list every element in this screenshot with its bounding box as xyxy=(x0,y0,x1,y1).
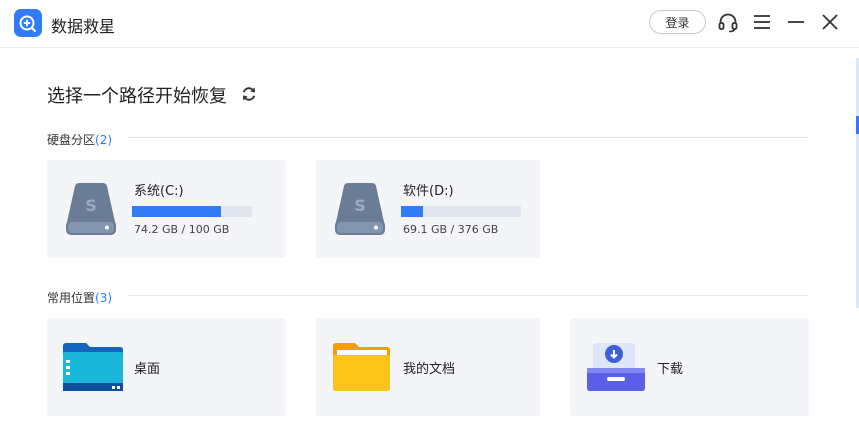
partitions-section-label: 硬盘分区(2) xyxy=(47,131,112,148)
locations-count: (3) xyxy=(95,291,113,305)
location-name: 我的文档 xyxy=(403,362,456,377)
location-name: 下载 xyxy=(657,362,684,377)
locations-section-label: 常用位置(3) xyxy=(47,289,112,306)
partitions-count: (2) xyxy=(95,133,113,147)
drive-card-d[interactable]: S 软件(D:) 69.1 GB / 376 GB xyxy=(316,160,540,258)
drive-usage-fill xyxy=(401,206,424,217)
location-name: 桌面 xyxy=(134,362,161,377)
drive-name: 系统(C:) xyxy=(134,184,184,199)
desktop-folder-icon xyxy=(63,343,123,391)
close-icon[interactable] xyxy=(818,10,842,34)
page-title: 选择一个路径开始恢复 xyxy=(47,86,227,107)
location-card-desktop[interactable]: 桌面 xyxy=(47,318,286,416)
refresh-icon[interactable] xyxy=(240,85,258,103)
drive-card-c[interactable]: S 系统(C:) 74.2 GB / 100 GB xyxy=(47,160,286,258)
svg-text:S: S xyxy=(354,196,366,215)
section-divider xyxy=(127,137,809,138)
hard-drive-icon: S xyxy=(66,183,116,235)
minimize-icon[interactable] xyxy=(784,10,808,34)
partitions-label-text: 硬盘分区 xyxy=(47,133,96,147)
login-button[interactable]: 登录 xyxy=(649,10,706,34)
app-logo-icon xyxy=(14,9,42,37)
hard-drive-icon: S xyxy=(335,183,385,235)
location-card-downloads[interactable]: 下载 xyxy=(570,318,809,416)
drive-usage-fill xyxy=(132,206,222,217)
title-bar: 数据救星 登录 xyxy=(0,0,859,48)
drive-size: 69.1 GB / 376 GB xyxy=(403,223,499,236)
menu-icon[interactable] xyxy=(750,10,774,34)
drive-usage-bar xyxy=(132,206,252,217)
locations-label-text: 常用位置 xyxy=(47,291,96,305)
location-card-documents[interactable]: 我的文档 xyxy=(316,318,540,416)
drive-size: 74.2 GB / 100 GB xyxy=(134,223,230,236)
download-tray-icon xyxy=(587,343,645,391)
section-divider xyxy=(127,295,809,296)
drive-usage-bar xyxy=(401,206,521,217)
drive-name: 软件(D:) xyxy=(403,184,454,199)
documents-folder-icon xyxy=(333,343,390,391)
app-title: 数据救星 xyxy=(51,17,116,36)
svg-text:S: S xyxy=(85,196,97,215)
headset-support-icon[interactable] xyxy=(716,10,740,34)
